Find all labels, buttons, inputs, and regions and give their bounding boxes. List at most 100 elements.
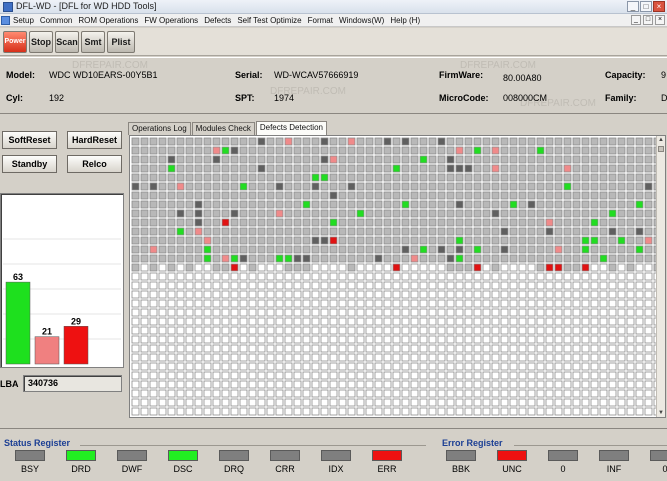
defect-cell — [320, 371, 329, 380]
defect-cell — [356, 272, 365, 281]
tab-defects-detection[interactable]: Defects Detection — [255, 121, 327, 135]
defect-cell — [500, 299, 509, 308]
defect-cell — [248, 209, 257, 218]
defect-cell — [563, 272, 572, 281]
defect-cell — [635, 335, 644, 344]
defect-cell — [257, 353, 266, 362]
defect-cell — [194, 254, 203, 263]
menu-setup[interactable]: Setup — [13, 15, 34, 26]
defect-cell — [383, 362, 392, 371]
defect-cell — [320, 272, 329, 281]
power-button[interactable]: Power — [3, 31, 27, 53]
defect-cell — [644, 308, 653, 317]
defect-cell — [266, 245, 275, 254]
menu-format[interactable]: Format — [308, 15, 333, 26]
menu-rom-operations[interactable]: ROM Operations — [78, 15, 138, 26]
child-close-button[interactable]: × — [655, 15, 665, 25]
defect-cell — [302, 353, 311, 362]
tab-modules-check[interactable]: Modules Check — [191, 122, 255, 135]
defect-cell — [140, 254, 149, 263]
child-minimize-button[interactable]: _ — [631, 15, 641, 25]
standby-button[interactable]: Standby — [2, 155, 57, 173]
defect-cell — [329, 371, 338, 380]
defect-cell — [167, 254, 176, 263]
defect-cell — [545, 191, 554, 200]
scan-button[interactable]: Scan — [55, 31, 79, 53]
defect-cell — [257, 281, 266, 290]
defect-cell — [509, 236, 518, 245]
defect-cell — [491, 191, 500, 200]
defect-cell — [329, 344, 338, 353]
defect-cell — [635, 371, 644, 380]
defect-cell — [365, 155, 374, 164]
defect-cell — [419, 389, 428, 398]
menu-defects[interactable]: Defects — [204, 15, 231, 26]
vertical-scrollbar[interactable]: ▲ ▼ — [656, 136, 665, 417]
app-icon — [3, 2, 13, 12]
maximize-button[interactable]: □ — [640, 1, 652, 12]
soft-reset-button[interactable]: SoftReset — [2, 131, 57, 149]
defect-cell — [374, 362, 383, 371]
hard-reset-button[interactable]: HardReset — [67, 131, 122, 149]
defect-cell — [455, 137, 464, 146]
defect-cell — [167, 173, 176, 182]
defect-cell — [284, 191, 293, 200]
close-button[interactable]: × — [653, 1, 665, 12]
plist-button[interactable]: Plist — [107, 31, 135, 53]
defect-cell — [464, 182, 473, 191]
defect-cell — [500, 164, 509, 173]
scroll-up-icon[interactable]: ▲ — [657, 136, 665, 144]
defect-cell — [491, 371, 500, 380]
scroll-thumb[interactable] — [658, 146, 664, 152]
defect-cell — [320, 308, 329, 317]
defect-cell — [365, 362, 374, 371]
defect-cell — [167, 299, 176, 308]
tab-operations-log[interactable]: Operations Log — [128, 122, 191, 135]
defect-cell — [455, 326, 464, 335]
defect-cell — [428, 218, 437, 227]
stop-button[interactable]: Stop — [29, 31, 53, 53]
defect-cell — [437, 155, 446, 164]
menu-windows[interactable]: Windows(W) — [339, 15, 384, 26]
smt-button[interactable]: Smt — [81, 31, 105, 53]
defect-cell — [293, 173, 302, 182]
menu-self-test-optimize[interactable]: Self Test Optimize — [237, 15, 301, 26]
defect-cell — [383, 335, 392, 344]
defect-cell — [446, 218, 455, 227]
defect-cell — [284, 398, 293, 407]
scroll-down-icon[interactable]: ▼ — [657, 409, 665, 417]
defect-cell — [275, 155, 284, 164]
defect-cell — [428, 200, 437, 209]
minimize-button[interactable]: _ — [627, 1, 639, 12]
defect-cell — [149, 389, 158, 398]
defect-cell — [365, 317, 374, 326]
menu-help[interactable]: Help (H) — [390, 15, 420, 26]
defect-cell — [230, 173, 239, 182]
defect-cell — [410, 209, 419, 218]
defect-cell — [599, 281, 608, 290]
defect-cell — [482, 182, 491, 191]
defect-cell — [320, 191, 329, 200]
defect-cell — [644, 326, 653, 335]
defect-cell — [212, 146, 221, 155]
lba-field[interactable]: 340736 — [23, 375, 122, 392]
menu-fw-operations[interactable]: FW Operations — [144, 15, 198, 26]
defect-cell — [482, 380, 491, 389]
defect-cell — [212, 164, 221, 173]
relco-button[interactable]: Relco — [67, 155, 122, 173]
defect-cell — [212, 227, 221, 236]
defect-cell — [401, 254, 410, 263]
defect-cell — [356, 371, 365, 380]
defect-cell — [437, 137, 446, 146]
defect-cell — [167, 407, 176, 416]
defect-cell — [131, 362, 140, 371]
document-icon[interactable] — [1, 16, 10, 25]
defect-cell — [545, 227, 554, 236]
defect-cell — [590, 281, 599, 290]
defect-cell — [176, 371, 185, 380]
defect-cell — [509, 146, 518, 155]
child-restore-button[interactable]: □ — [643, 15, 653, 25]
defect-cell — [374, 209, 383, 218]
defect-cell — [473, 290, 482, 299]
menu-common[interactable]: Common — [40, 15, 72, 26]
